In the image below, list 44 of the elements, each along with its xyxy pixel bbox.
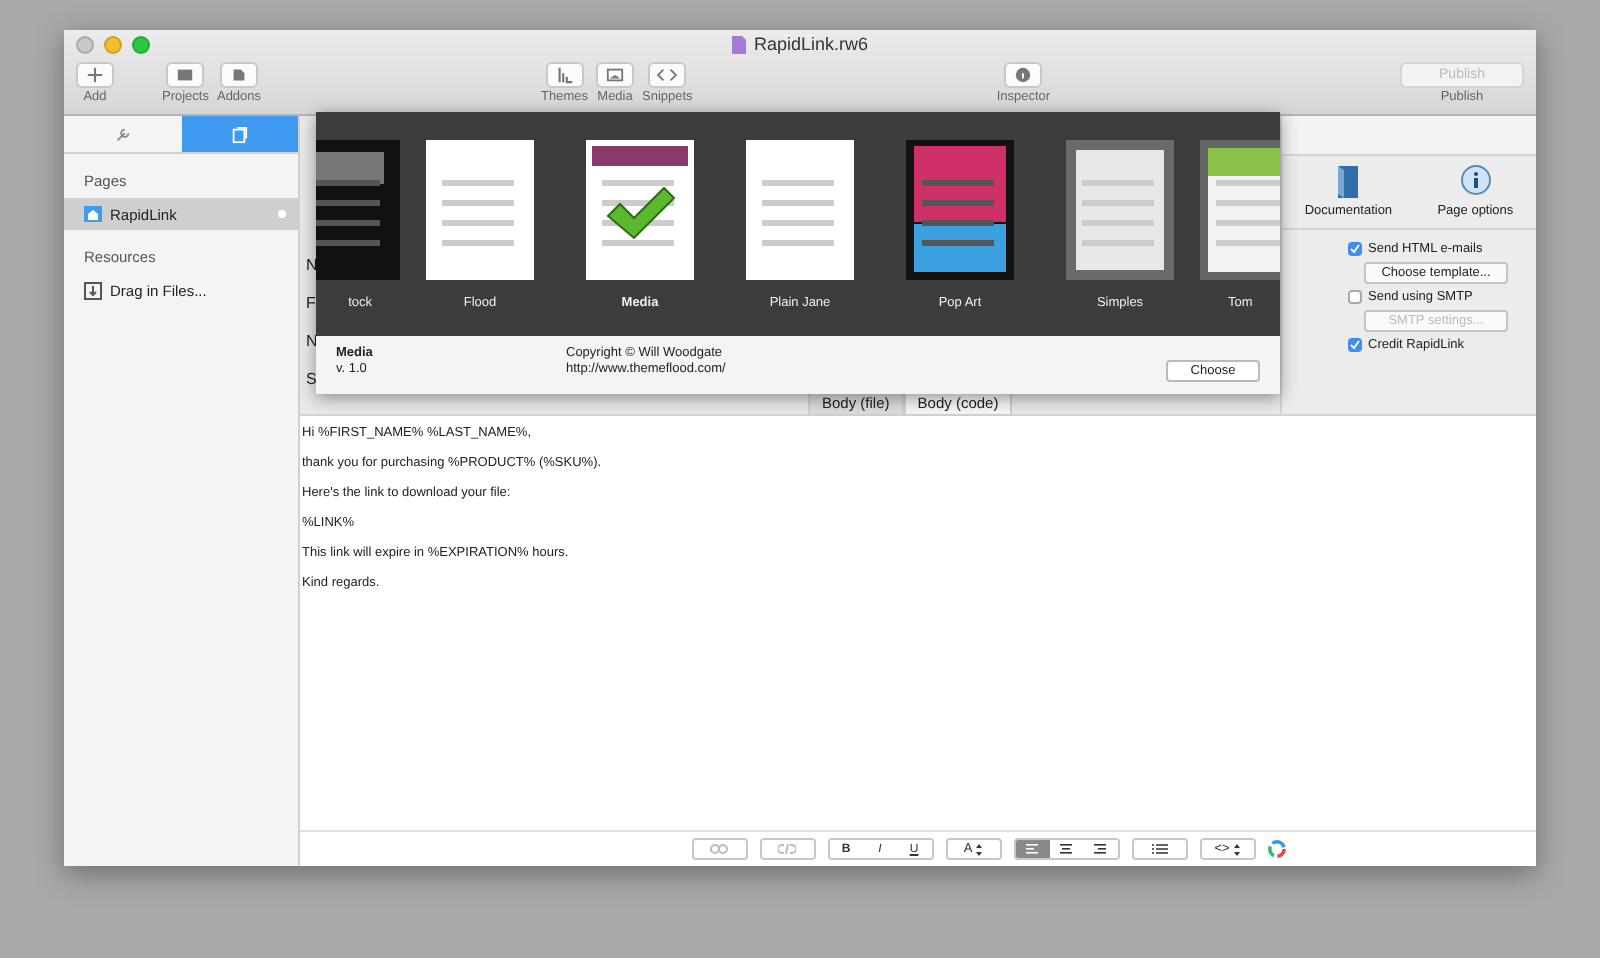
link-icon bbox=[710, 844, 728, 854]
align-icon bbox=[1094, 844, 1106, 854]
addons-icon bbox=[228, 65, 250, 84]
align-icon bbox=[1026, 844, 1038, 854]
theme-thumbnail-drawing[interactable] bbox=[316, 140, 400, 280]
selection-dot bbox=[278, 210, 286, 218]
stepper-icon bbox=[1233, 843, 1240, 855]
theme-thumbnail-drawing[interactable] bbox=[1200, 140, 1280, 280]
themes-icon bbox=[553, 65, 576, 84]
minimize-button[interactable] bbox=[104, 36, 122, 55]
checkbox[interactable] bbox=[1348, 290, 1362, 304]
checkbox[interactable] bbox=[1348, 242, 1362, 256]
window-title: RapidLink.rw6 bbox=[753, 34, 869, 54]
theme-thumbnail-drawing[interactable] bbox=[1066, 140, 1174, 280]
home-icon bbox=[84, 206, 102, 222]
list-button[interactable] bbox=[1131, 838, 1187, 860]
field-label: N bbox=[306, 256, 318, 274]
field-label: F bbox=[306, 294, 316, 312]
projects-icon bbox=[174, 65, 197, 84]
checkbox[interactable] bbox=[1348, 338, 1362, 352]
info-icon bbox=[1457, 164, 1494, 200]
field-label: S bbox=[306, 370, 317, 388]
image-icon bbox=[604, 65, 627, 84]
download-icon bbox=[84, 281, 102, 299]
close-button[interactable] bbox=[76, 36, 94, 55]
field-label: N bbox=[306, 332, 318, 350]
align-icon bbox=[1060, 844, 1072, 854]
theme-thumbnail-drawing[interactable] bbox=[586, 140, 694, 280]
info-icon bbox=[1012, 65, 1035, 84]
plus-icon bbox=[84, 65, 106, 84]
theme-thumbnail-drawing[interactable] bbox=[906, 140, 1014, 280]
wrench-icon bbox=[113, 125, 132, 143]
stepper-icon bbox=[976, 843, 983, 855]
theme-thumbnail-drawing[interactable] bbox=[746, 140, 854, 280]
theme-thumbnail-drawing[interactable] bbox=[426, 140, 534, 280]
color-wheel-icon[interactable] bbox=[1267, 840, 1285, 858]
code-icon bbox=[656, 65, 679, 84]
sidebar-tab[interactable] bbox=[181, 116, 298, 152]
checkmark-icon bbox=[604, 184, 676, 244]
pages-icon bbox=[230, 125, 249, 143]
zoom-button[interactable] bbox=[132, 36, 150, 55]
unlink-icon bbox=[778, 844, 796, 854]
list-icon bbox=[1151, 844, 1167, 854]
document-icon bbox=[731, 35, 746, 53]
